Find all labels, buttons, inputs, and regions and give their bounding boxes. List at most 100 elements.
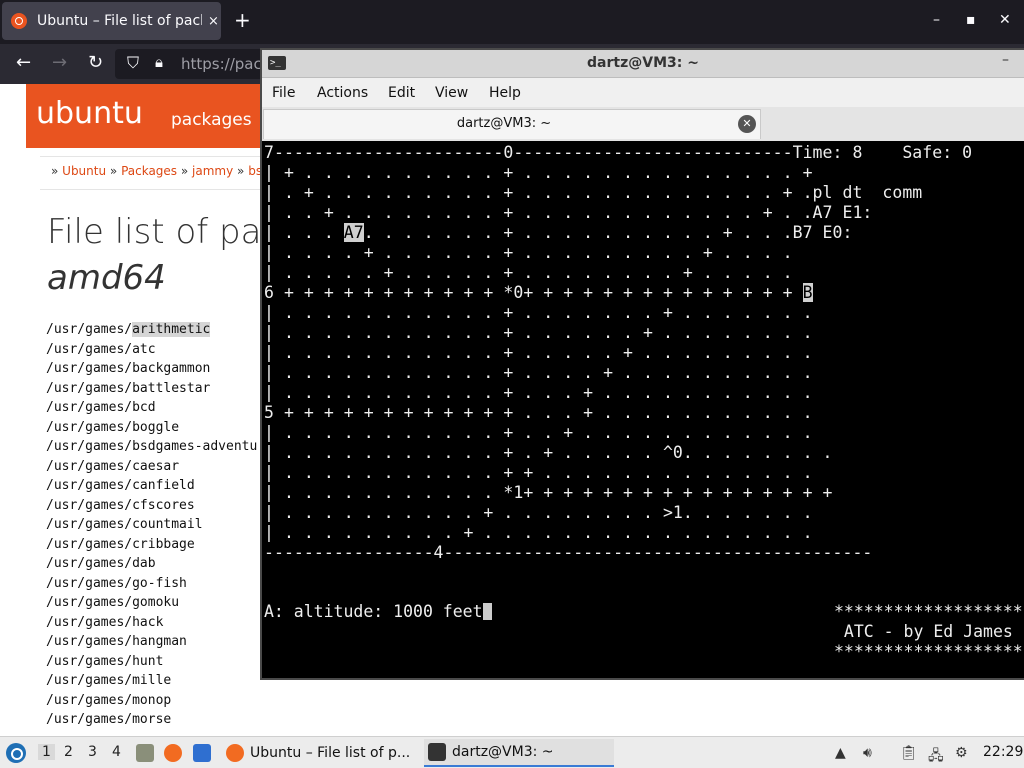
file-list-item: /usr/games/arithmetic xyxy=(46,320,257,340)
file-path-prefix: /usr/games/ xyxy=(46,400,133,415)
file-list: /usr/games/arithmetic/usr/games/atc/usr/… xyxy=(46,320,257,730)
breadcrumb: » Ubuntu » Packages » jammy » bsdg xyxy=(51,164,277,178)
file-manager-icon[interactable] xyxy=(136,744,154,762)
ubuntu-logo[interactable]: ubuntu xyxy=(36,96,143,131)
close-button[interactable]: ✕ xyxy=(999,12,1011,28)
maximize-button[interactable]: ▪ xyxy=(966,12,976,28)
atc-text: | . . . . . . . . . . . + . . + . . . . … xyxy=(264,423,813,442)
update-icon[interactable]: ▲ xyxy=(835,745,846,761)
terminal-window: >_ dartz@VM3: ~ – File Actions Edit View… xyxy=(260,48,1024,680)
breadcrumb-ubuntu[interactable]: Ubuntu xyxy=(62,164,106,178)
firefox-tabbar: Ubuntu – File list of package × + – ▪ ✕ xyxy=(0,0,1024,44)
workspace-4[interactable]: 4 xyxy=(112,744,121,760)
atc-screen-row: | . . . . . . . . . . . + . + . . . . . … xyxy=(264,443,972,463)
file-path-prefix: /usr/games/ xyxy=(46,478,133,493)
workspace-2[interactable]: 2 xyxy=(64,744,73,760)
firefox-launcher-icon[interactable] xyxy=(164,744,182,762)
file-path-prefix: /usr/games/ xyxy=(46,536,133,552)
file-list-item: /usr/games/canfield xyxy=(46,476,257,496)
shield-icon[interactable]: ⛉ xyxy=(127,53,139,73)
file-path-prefix: /usr/games/ xyxy=(46,556,133,571)
bluetooth-icon[interactable]: ⚙ xyxy=(955,745,968,761)
taskbar-task-terminal[interactable]: dartz@VM3: ~ xyxy=(424,739,614,767)
terminal-screen[interactable]: 7-----------------------0---------------… xyxy=(262,141,1024,678)
firefox-icon xyxy=(226,744,244,762)
file-name: monop xyxy=(132,692,172,708)
file-list-item: /usr/games/cfscores xyxy=(46,496,257,516)
file-path-prefix: /usr/games/ xyxy=(46,517,133,532)
atc-screen-row: 5 + + + + + + + + + + + + . . . + . . . … xyxy=(264,403,972,423)
volume-icon[interactable]: 🔊︎ xyxy=(863,745,872,761)
file-name: caesar xyxy=(132,458,180,474)
terminal-window-title: dartz@VM3: ~ xyxy=(587,55,699,71)
file-path-prefix: /usr/games/ xyxy=(46,341,133,357)
atc-screen-row: | . . . . . . . . . . + . . . . . . . . … xyxy=(264,503,972,523)
atc-screen-row: | . . . . . . . . . . . + . . . . . + . … xyxy=(264,343,972,363)
tab-close-icon[interactable]: × xyxy=(208,14,219,29)
file-list-item: /usr/games/gomoku xyxy=(46,593,257,613)
terminal-tab[interactable]: dartz@VM3: ~ ✕ xyxy=(263,109,761,139)
file-list-item: /usr/games/battlestar xyxy=(46,379,257,399)
atc-credit-line: ********************* xyxy=(834,642,1024,661)
file-list-item: /usr/games/caesar xyxy=(46,457,257,477)
taskbar-task-firefox[interactable]: Ubuntu – File list of p... xyxy=(222,739,418,767)
file-path-prefix: /usr/games/ xyxy=(46,419,133,435)
terminal-tab-title: dartz@VM3: ~ xyxy=(456,116,552,131)
atc-highlighted-marker: B xyxy=(802,283,813,302)
file-list-item: /usr/games/monop xyxy=(46,691,257,711)
atc-screen-row: | + . . . . . . . . . . + . . . . . . . … xyxy=(264,163,972,183)
atc-screen-row: | . . . A7. . . . . . . + . . . . . . . … xyxy=(264,223,972,243)
atc-screen-row: | . . . . . . . . . . . + . . . + . . . … xyxy=(264,383,972,403)
show-desktop-icon[interactable] xyxy=(193,744,211,762)
menu-actions[interactable]: Actions xyxy=(317,85,368,101)
file-name: atc xyxy=(132,341,156,357)
browser-tab[interactable]: Ubuntu – File list of package × xyxy=(2,2,221,40)
ubuntu-packages-header[interactable]: ubuntu packages xyxy=(26,84,286,148)
atc-text: | . . . . . . . . . . . + . . . . + . . … xyxy=(264,363,813,382)
atc-text: | . . . . . . . . . . . + . . . . . . + … xyxy=(264,323,813,342)
file-list-item: /usr/games/dab xyxy=(46,554,257,574)
file-list-item: /usr/games/backgammon xyxy=(46,359,257,379)
menu-edit[interactable]: Edit xyxy=(388,85,415,101)
menu-view[interactable]: View xyxy=(435,85,468,101)
terminal-titlebar[interactable]: >_ dartz@VM3: ~ – xyxy=(262,50,1024,78)
file-list-item: /usr/games/countmail xyxy=(46,515,257,535)
start-menu-icon[interactable] xyxy=(6,743,26,763)
lock-icon[interactable]: 🔒︎ xyxy=(155,53,163,71)
atc-screen-row: | . . . . . . . . . . . + . . . . . . + … xyxy=(264,323,972,343)
atc-radar-display: 7-----------------------0---------------… xyxy=(264,143,972,563)
file-path-prefix: /usr/games/ xyxy=(46,692,133,708)
file-path-prefix: /usr/games/ xyxy=(46,497,133,513)
menu-help[interactable]: Help xyxy=(489,85,521,101)
atc-text: | . . + . . . . . . . . + . . . . . . . … xyxy=(264,203,873,222)
atc-text: 7-----------------------0---------------… xyxy=(264,143,973,162)
breadcrumb-jammy[interactable]: jammy xyxy=(192,164,233,178)
reload-icon[interactable]: ↻ xyxy=(88,52,103,73)
atc-text: 5 + + + + + + + + + + + + . . . + . . . … xyxy=(264,403,813,422)
file-name: morse xyxy=(132,712,172,727)
back-arrow-icon[interactable]: ← xyxy=(16,52,31,73)
file-name: hangman xyxy=(132,634,187,649)
atc-text: | . . . . . . . . . . . + + . . . . . . … xyxy=(264,463,813,482)
network-icon[interactable]: 🖧 xyxy=(928,745,944,768)
file-list-item: /usr/games/morse xyxy=(46,710,257,730)
clipboard-icon[interactable]: 📋︎ xyxy=(900,745,918,761)
desktop: Ubuntu – File list of package × + – ▪ ✕ … xyxy=(0,0,1024,768)
new-tab-button[interactable]: + xyxy=(234,8,251,32)
breadcrumb-packages[interactable]: Packages xyxy=(121,164,177,178)
url-text[interactable]: https://pack xyxy=(181,55,270,73)
atc-text: | + . . . . . . . . . . + . . . . . . . … xyxy=(264,163,813,182)
forward-arrow-icon[interactable]: → xyxy=(52,52,67,73)
file-name: bcd xyxy=(132,400,156,415)
minimize-icon[interactable]: – xyxy=(1002,52,1009,68)
file-path-prefix: /usr/games/ xyxy=(46,575,133,591)
minimize-button[interactable]: – xyxy=(933,12,940,28)
workspace-1[interactable]: 1 xyxy=(38,744,55,760)
clock[interactable]: 22:29 xyxy=(983,744,1023,760)
tab-close-icon[interactable]: ✕ xyxy=(738,115,756,133)
workspace-3[interactable]: 3 xyxy=(88,744,97,760)
menu-file[interactable]: File xyxy=(272,85,295,101)
file-name: battlestar xyxy=(132,380,211,396)
terminal-icon xyxy=(428,743,446,761)
file-name: hunt xyxy=(132,653,164,669)
